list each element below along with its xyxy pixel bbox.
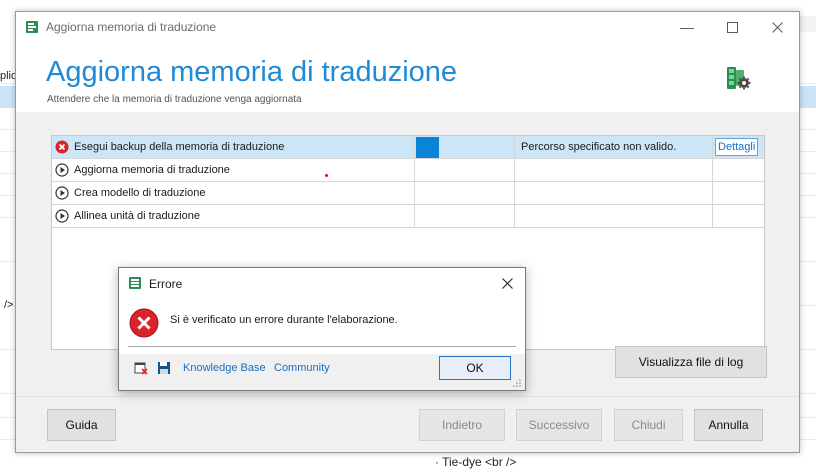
- maximize-icon[interactable]: [709, 12, 755, 42]
- task-label: Allinea unità di traduzione: [74, 210, 200, 222]
- close-icon[interactable]: [497, 274, 517, 292]
- task-link-cell: [713, 182, 764, 204]
- ok-button[interactable]: OK: [439, 356, 511, 380]
- pending-play-icon: [55, 163, 69, 177]
- wizard-footer: Guida Indietro Successivo Chiudi Annulla: [16, 396, 799, 452]
- task-name-cell: Allinea unità di traduzione: [52, 205, 415, 227]
- clear-log-icon[interactable]: [134, 361, 148, 375]
- app-icon: [129, 277, 141, 289]
- app-icon: [26, 21, 38, 33]
- task-name-cell: Esegui backup della memoria di traduzion…: [52, 136, 415, 158]
- wizard-header: Aggiorna memoria di traduzione Attendere…: [16, 42, 799, 112]
- back-button[interactable]: Indietro: [419, 409, 505, 441]
- task-row[interactable]: Crea modello di traduzione: [52, 182, 764, 205]
- task-label: Crea modello di traduzione: [74, 187, 206, 199]
- dialog-title: Errore: [149, 277, 183, 291]
- progress-bar: [416, 137, 439, 158]
- close-button[interactable]: Chiudi: [614, 409, 683, 441]
- cancel-button[interactable]: Annulla: [694, 409, 763, 441]
- save-icon[interactable]: [157, 361, 171, 375]
- error-message: Si è verificato un errore durante l'elab…: [170, 314, 398, 326]
- page-subtitle: Attendere che la memoria di traduzione v…: [47, 94, 302, 105]
- cursor-marker: [325, 174, 328, 177]
- task-status: Percorso specificato non valido.: [521, 141, 677, 153]
- background-list-item: · Tie-dye <br />: [435, 455, 517, 469]
- page-title: Aggiorna memoria di traduzione: [46, 56, 458, 88]
- resize-grip-icon[interactable]: [512, 378, 522, 388]
- task-label: Esegui backup della memoria di traduzion…: [74, 141, 285, 153]
- task-progress-cell: [415, 205, 515, 227]
- task-link-cell: Dettagli: [713, 136, 764, 158]
- task-row[interactable]: Esegui backup della memoria di traduzion…: [52, 136, 764, 159]
- task-link-cell: [713, 205, 764, 227]
- minimize-icon[interactable]: —: [664, 12, 710, 42]
- pending-play-icon: [55, 209, 69, 223]
- error-status-icon: [55, 140, 69, 154]
- community-link[interactable]: Community: [274, 362, 330, 374]
- task-row[interactable]: Allinea unità di traduzione: [52, 205, 764, 228]
- task-progress-cell: [415, 136, 515, 158]
- dialog-separator: [128, 346, 516, 347]
- task-progress-cell: [415, 182, 515, 204]
- task-status-cell: [515, 182, 713, 204]
- next-button[interactable]: Successivo: [516, 409, 602, 441]
- details-link[interactable]: Dettagli: [715, 138, 759, 156]
- task-label: Aggiorna memoria di traduzione: [74, 164, 230, 176]
- background-text: />: [4, 299, 14, 311]
- error-icon: [129, 308, 159, 338]
- task-status-cell: Percorso specificato non valido.: [515, 136, 713, 158]
- window-title: Aggiorna memoria di traduzione: [46, 20, 217, 34]
- help-button[interactable]: Guida: [47, 409, 116, 441]
- background-selected-row-right: [800, 86, 816, 108]
- close-icon[interactable]: [754, 12, 800, 42]
- task-name-cell: Crea modello di traduzione: [52, 182, 415, 204]
- background-selected-row-left: [0, 86, 15, 108]
- database-gear-icon: [727, 67, 751, 90]
- task-link-cell: [713, 159, 764, 181]
- task-progress-cell: [415, 159, 515, 181]
- task-status-cell: [515, 205, 713, 227]
- task-row[interactable]: Aggiorna memoria di traduzione: [52, 159, 764, 182]
- task-status-cell: [515, 159, 713, 181]
- window-titlebar: Aggiorna memoria di traduzione —: [16, 12, 799, 42]
- knowledge-base-link[interactable]: Knowledge Base: [183, 362, 266, 374]
- task-name-cell: Aggiorna memoria di traduzione: [52, 159, 415, 181]
- view-log-button[interactable]: Visualizza file di log: [615, 346, 767, 378]
- dialog-titlebar: Errore: [119, 268, 525, 298]
- pending-play-icon: [55, 186, 69, 200]
- error-dialog: Errore Si è verificato un errore durante…: [118, 267, 526, 391]
